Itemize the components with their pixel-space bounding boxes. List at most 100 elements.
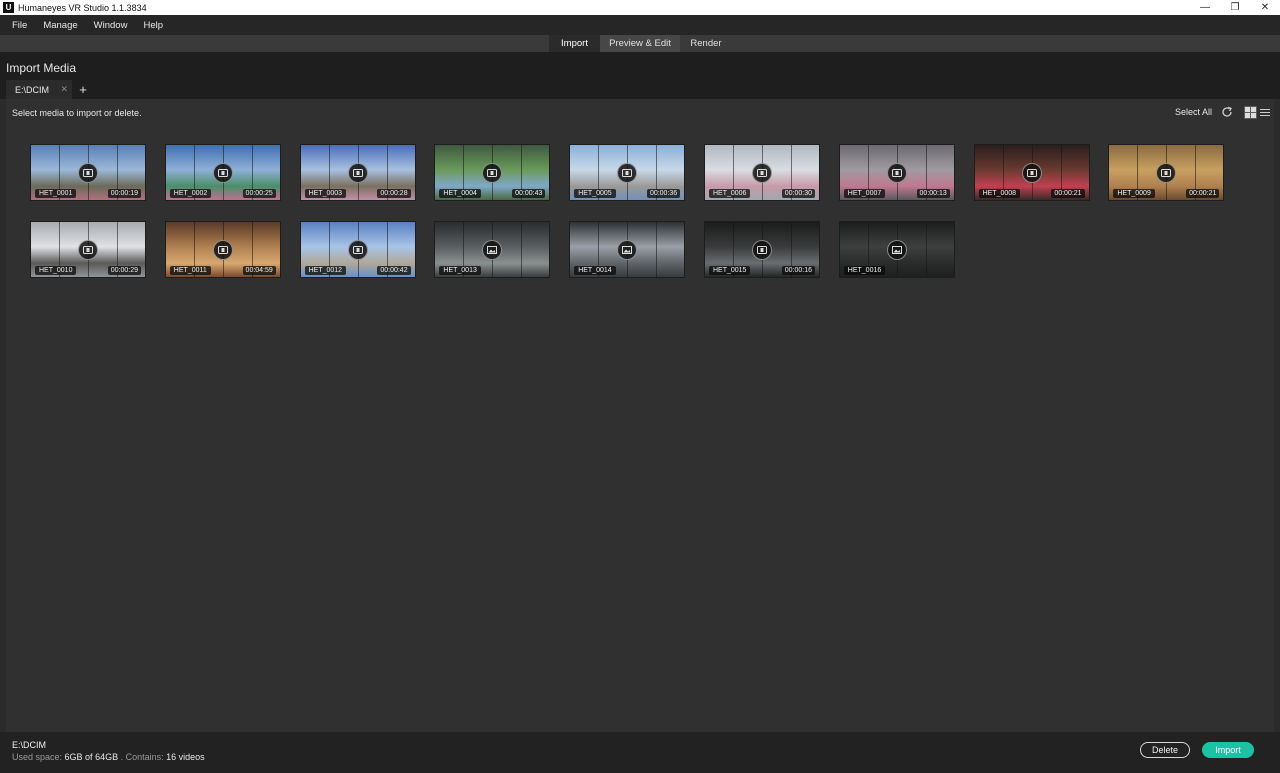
media-duration: 00:00:43	[512, 189, 546, 198]
refresh-icon[interactable]	[1220, 105, 1234, 119]
photo-type-icon	[886, 239, 907, 260]
contains-label: . Contains:	[120, 752, 164, 762]
storage-usage: Used space: 6GB of 64GB . Contains: 16 v…	[12, 752, 205, 762]
tab-render[interactable]: Render	[680, 35, 732, 52]
tab-preview-edit[interactable]: Preview & Edit	[600, 35, 680, 52]
menu-manage[interactable]: Manage	[35, 20, 85, 31]
media-thumbnail[interactable]: HET_0014	[569, 221, 686, 278]
select-all-link[interactable]: Select All	[1175, 107, 1212, 117]
media-grid: HET_0001 00:00:19 HET_0002 00:00:25 HET_0003…	[30, 144, 1225, 278]
used-space-value: 6GB of 64GB	[64, 752, 119, 762]
media-name: HET_0011	[169, 266, 211, 275]
media-thumbnail[interactable]: HET_0010 00:00:29	[30, 221, 146, 278]
media-name: HET_0008	[978, 189, 1021, 198]
folder-tab[interactable]: E:\DCIM ✕	[6, 80, 72, 99]
media-thumbnail[interactable]: HET_0016	[838, 221, 955, 278]
media-thumbnail[interactable]: HET_0005 00:00:36	[569, 144, 686, 201]
media-thumbnail[interactable]: HET_0012 00:00:42	[299, 221, 416, 278]
import-button[interactable]: Import	[1202, 742, 1254, 758]
close-tab-icon[interactable]: ✕	[60, 84, 68, 95]
video-type-icon	[886, 162, 907, 183]
media-panel: Select media to import or delete. Select…	[6, 99, 1274, 732]
video-type-icon	[347, 162, 368, 183]
title-bar: U Humaneyes VR Studio 1.1.3834 — ❐ ✕	[0, 0, 1280, 15]
status-footer: E:\DCIM Used space: 6GB of 64GB . Contai…	[0, 732, 1280, 773]
media-name: HET_0009	[1113, 189, 1155, 198]
list-view-icon[interactable]	[1260, 106, 1270, 119]
video-type-icon	[1021, 162, 1042, 183]
used-space-label: Used space:	[12, 752, 63, 762]
media-duration: 00:00:25	[242, 189, 276, 198]
add-tab-button[interactable]: +	[74, 80, 92, 99]
media-duration: 00:00:42	[377, 266, 411, 275]
media-name: HET_0014	[574, 266, 616, 275]
media-name: HET_0002	[169, 189, 212, 198]
media-thumbnail[interactable]: HET_0011 00:04:59	[164, 221, 281, 278]
video-type-icon	[212, 162, 233, 183]
media-name: HET_0016	[843, 266, 886, 275]
media-thumbnail[interactable]: HET_0013	[434, 221, 551, 278]
media-name: HET_0012	[304, 266, 347, 275]
media-thumbnail[interactable]: HET_0007 00:00:13	[838, 144, 955, 201]
media-thumbnail[interactable]: HET_0004 00:00:43	[434, 144, 551, 201]
media-thumbnail[interactable]: HET_0003 00:00:28	[299, 144, 416, 201]
video-type-icon	[347, 239, 368, 260]
media-name: HET_0005	[574, 189, 616, 198]
media-duration: 00:00:28	[377, 189, 411, 198]
video-type-icon	[1156, 162, 1177, 183]
view-toolbar: Select All	[1175, 104, 1274, 120]
contains-value: 16 videos	[166, 752, 205, 762]
media-duration: 00:00:13	[916, 189, 950, 198]
video-type-icon	[78, 162, 98, 183]
folder-tab-label: E:\DCIM	[15, 84, 50, 95]
media-duration: 00:00:21	[1051, 189, 1085, 198]
video-type-icon	[212, 239, 233, 260]
media-thumbnail[interactable]: HET_0009 00:00:21	[1108, 144, 1225, 201]
menu-help[interactable]: Help	[135, 20, 171, 31]
media-name: HET_0004	[439, 189, 481, 198]
window-title: Humaneyes VR Studio 1.1.3834	[18, 2, 147, 13]
minimize-icon[interactable]: —	[1190, 0, 1220, 15]
media-name: HET_0001	[35, 189, 77, 198]
video-type-icon	[78, 239, 98, 260]
delete-button[interactable]: Delete	[1140, 742, 1190, 758]
menu-file[interactable]: File	[0, 20, 35, 31]
tab-import[interactable]: Import	[549, 35, 600, 52]
window-controls: — ❐ ✕	[1190, 0, 1280, 15]
media-duration: 00:00:36	[646, 189, 681, 198]
photo-type-icon	[482, 239, 503, 260]
media-duration: 00:00:21	[1186, 189, 1220, 198]
media-thumbnail[interactable]: HET_0008 00:00:21	[973, 144, 1090, 201]
page-header: Import Media E:\DCIM ✕ +	[0, 52, 1280, 99]
restore-icon[interactable]: ❐	[1220, 0, 1250, 15]
media-duration: 00:00:19	[107, 189, 141, 198]
media-name: HET_0015	[708, 266, 751, 275]
media-name: HET_0006	[708, 189, 751, 198]
media-thumbnail[interactable]: HET_0001 00:00:19	[30, 144, 146, 201]
menu-window[interactable]: Window	[86, 20, 136, 31]
grid-view-icon[interactable]	[1244, 105, 1257, 119]
footer-path: E:\DCIM	[12, 740, 47, 750]
photo-type-icon	[617, 239, 638, 260]
media-duration: 00:04:59	[242, 266, 276, 275]
media-thumbnail[interactable]: HET_0002 00:00:25	[164, 144, 281, 201]
media-name: HET_0010	[35, 266, 77, 275]
menu-bar: File Manage Window Help	[0, 15, 1280, 35]
video-type-icon	[751, 239, 772, 260]
video-type-icon	[617, 162, 638, 183]
media-thumbnail[interactable]: HET_0015 00:00:16	[703, 221, 820, 278]
video-type-icon	[482, 162, 503, 183]
media-name: HET_0003	[304, 189, 347, 198]
video-type-icon	[751, 162, 772, 183]
media-name: HET_0007	[843, 189, 886, 198]
plus-icon: +	[79, 82, 87, 97]
mode-tabs: Import Preview & Edit Render	[0, 35, 1280, 52]
app-logo-icon: U	[3, 2, 14, 13]
media-duration: 00:00:30	[781, 189, 815, 198]
page-title: Import Media	[6, 61, 77, 75]
media-duration: 00:00:16	[781, 266, 815, 275]
instruction-text: Select media to import or delete.	[12, 108, 142, 118]
close-icon[interactable]: ✕	[1250, 0, 1280, 15]
media-name: HET_0013	[439, 266, 481, 275]
media-thumbnail[interactable]: HET_0006 00:00:30	[703, 144, 820, 201]
